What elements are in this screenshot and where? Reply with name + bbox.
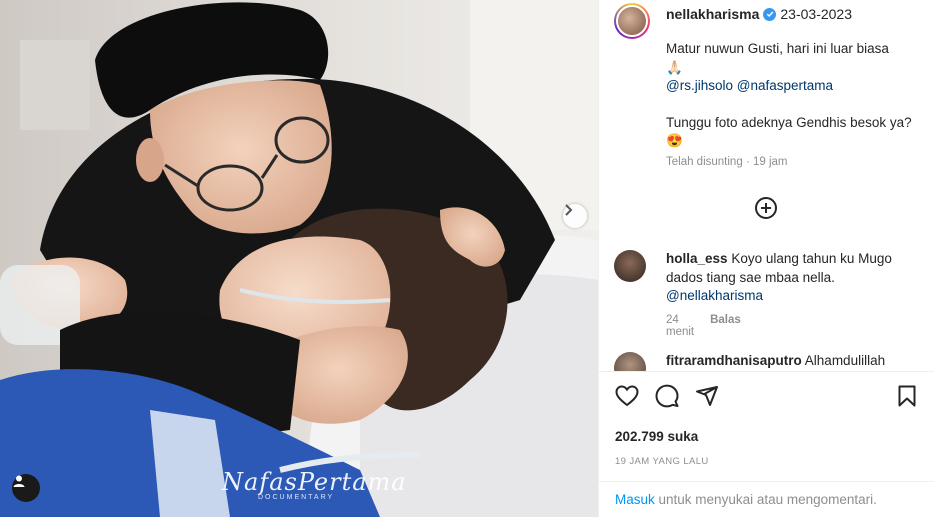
comment-text: Alhamdulillah [804,353,886,368]
login-text: untuk menyukai atau mengomentari. [658,492,877,507]
author-username[interactable]: nellakharisma [666,6,759,22]
comment-mention[interactable]: @nellakharisma [666,288,763,303]
photo-illustration [0,0,598,517]
like-button[interactable] [613,384,641,412]
comments-scroll[interactable]: nellakharisma 23-03-2023 Matur nuwun Gus… [599,0,934,372]
heart-icon [615,384,639,412]
author-avatar[interactable] [614,3,650,39]
add-comment-icon [754,197,778,224]
comment-username[interactable]: fitraramdhanisaputro [666,353,802,368]
comment-body: holla_ess Koyo ulang tahun ku Mugo dados… [666,250,916,306]
load-more-comments-button[interactable] [754,196,778,220]
user-tags-button[interactable] [12,474,40,502]
post-photo[interactable]: NafasPertama DOCUMENTARY [0,0,598,517]
mention-nafaspertama[interactable]: @nafaspertama [737,78,833,93]
save-button[interactable] [893,384,921,412]
reply-button[interactable]: Balas [710,314,741,338]
share-button[interactable] [693,384,721,412]
share-icon [695,384,719,413]
edited-label: Telah disunting [666,156,743,168]
comment-icon [655,384,679,413]
edited-dot: · [745,156,750,168]
action-bar [599,384,934,416]
watermark-text: NafasPertama [222,468,407,496]
post-header: nellakharisma 23-03-2023 [666,6,852,22]
comment-button[interactable] [653,384,681,412]
mention-rs-jihsolo[interactable]: @rs.jihsolo [666,78,733,93]
caption-line-1: Matur nuwun Gusti, hari ini luar biasa [666,41,889,56]
bookmark-icon [897,385,917,412]
comment-time: 24 menit [666,314,695,338]
comment-avatar[interactable] [614,250,646,282]
edited-meta: Telah disunting · 19 jam [666,156,788,168]
comment-meta: 24 menit Balas [666,314,741,338]
next-photo-button[interactable] [563,204,587,228]
caption-line-2: Tunggu foto adeknya Gendhis besok ya? 😍 [666,114,912,149]
edited-time: 19 jam [752,156,788,168]
post-viewer: NafasPertama DOCUMENTARY nellakharisma 2… [0,0,934,517]
post-time-ago: 19 JAM YANG LALU [615,456,709,467]
watermark-subtitle: DOCUMENTARY [258,494,335,501]
login-link[interactable]: Masuk [615,492,655,507]
post-caption: Matur nuwun Gusti, hari ini luar biasa 🙏… [666,40,916,151]
likes-count[interactable]: 202.799 suka [615,429,698,444]
comment-username[interactable]: holla_ess [666,251,728,266]
comment-avatar[interactable] [614,352,646,371]
caption-emoji-1: 🙏🏻 [666,59,683,75]
comment-body: fitraramdhanisaputro Alhamdulillah [666,352,916,371]
login-prompt: Masuk untuk menyukai atau mengomentari. [599,481,934,517]
post-side-panel: nellakharisma 23-03-2023 Matur nuwun Gus… [598,0,934,517]
verified-icon [763,7,777,21]
post-date: 23-03-2023 [780,6,853,22]
